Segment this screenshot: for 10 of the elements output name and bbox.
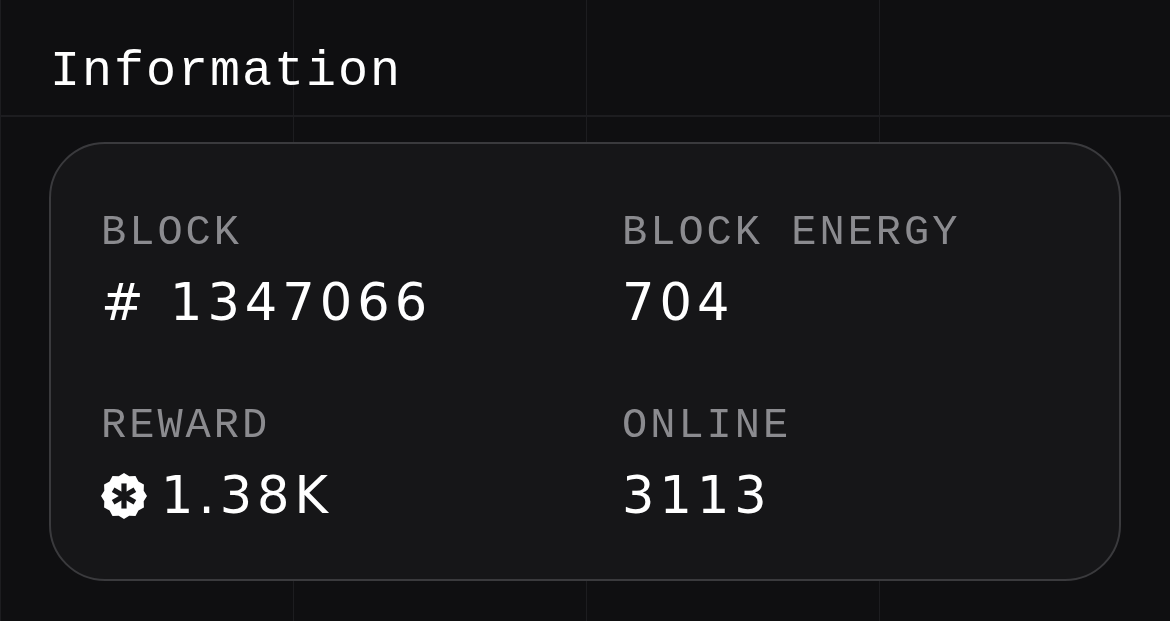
stat-value: 1.38K	[161, 466, 333, 526]
stat-value: 3113	[622, 466, 772, 526]
stat-label: BLOCK ENERGY	[622, 208, 961, 258]
asterisk-coin-icon	[101, 473, 147, 519]
stat-label: BLOCK	[101, 208, 243, 258]
stat-label: ONLINE	[622, 401, 792, 451]
stat-value: # 1347066	[101, 273, 433, 333]
section-title: Information	[50, 42, 403, 102]
stat-label: REWARD	[101, 401, 271, 451]
stat-value: 704	[622, 273, 735, 333]
